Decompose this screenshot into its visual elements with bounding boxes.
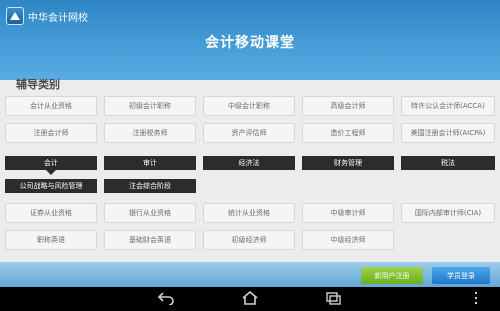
home-icon[interactable] [241,290,259,309]
category-button[interactable]: 中级经济师 [302,230,394,250]
logo-icon [6,7,24,25]
category-button[interactable]: 职称英语 [5,230,97,250]
brand-name: 中华会计网校 [28,12,88,24]
tab-shenji[interactable]: 审计 [104,156,196,170]
category-button[interactable]: 证券从业资格 [5,203,97,223]
category-button[interactable]: 资产评估师 [203,123,295,143]
back-icon[interactable] [157,291,175,309]
register-button[interactable]: 新用户注册 [361,267,423,284]
category-button[interactable]: 统计从业资格 [203,203,295,223]
tab-zhanlue[interactable]: 公司战略与风险管理 [5,179,97,193]
category-button[interactable]: 中级审计师 [302,203,394,223]
tab-jingjifa[interactable]: 经济法 [203,156,295,170]
category-button[interactable]: 会计从业资格 [5,96,97,116]
category-button[interactable]: 高级会计师 [302,96,394,116]
category-button[interactable]: 美国注册会计师(AICPA) [401,123,495,143]
category-button[interactable]: 特许公认会计师(ACCA) [401,96,495,116]
recent-apps-icon[interactable] [324,291,342,309]
category-button[interactable]: 中级会计职称 [203,96,295,116]
action-bar [0,262,500,287]
tab-kuaiji[interactable]: 会计 [5,156,97,175]
category-button[interactable]: 基础财会英语 [104,230,196,250]
category-button[interactable]: 造价工程师 [302,123,394,143]
tab-caiwuguanli[interactable]: 财务管理 [302,156,394,170]
category-button[interactable]: 初级会计职称 [104,96,196,116]
page-title: 会计移动课堂 [205,35,295,51]
category-button[interactable]: 注册会计师 [5,123,97,143]
login-button[interactable]: 学员登录 [432,267,490,284]
tab-shuifa[interactable]: 税法 [401,156,495,170]
tab-zonghe[interactable]: 注会综合阶段 [104,179,196,193]
category-button[interactable]: 初级经济师 [203,230,295,250]
header: 中华会计网校 会计移动课堂 [0,0,500,80]
category-button[interactable]: 注册税务师 [104,123,196,143]
category-button[interactable]: 银行从业资格 [104,203,196,223]
brand-area: 中华会计网校 [6,7,88,25]
menu-icon[interactable] [472,291,480,309]
category-button[interactable]: 国际内部审计师(CIA) [401,203,495,223]
system-nav-bar [0,287,500,311]
section-title: 辅导类别 [16,78,60,91]
